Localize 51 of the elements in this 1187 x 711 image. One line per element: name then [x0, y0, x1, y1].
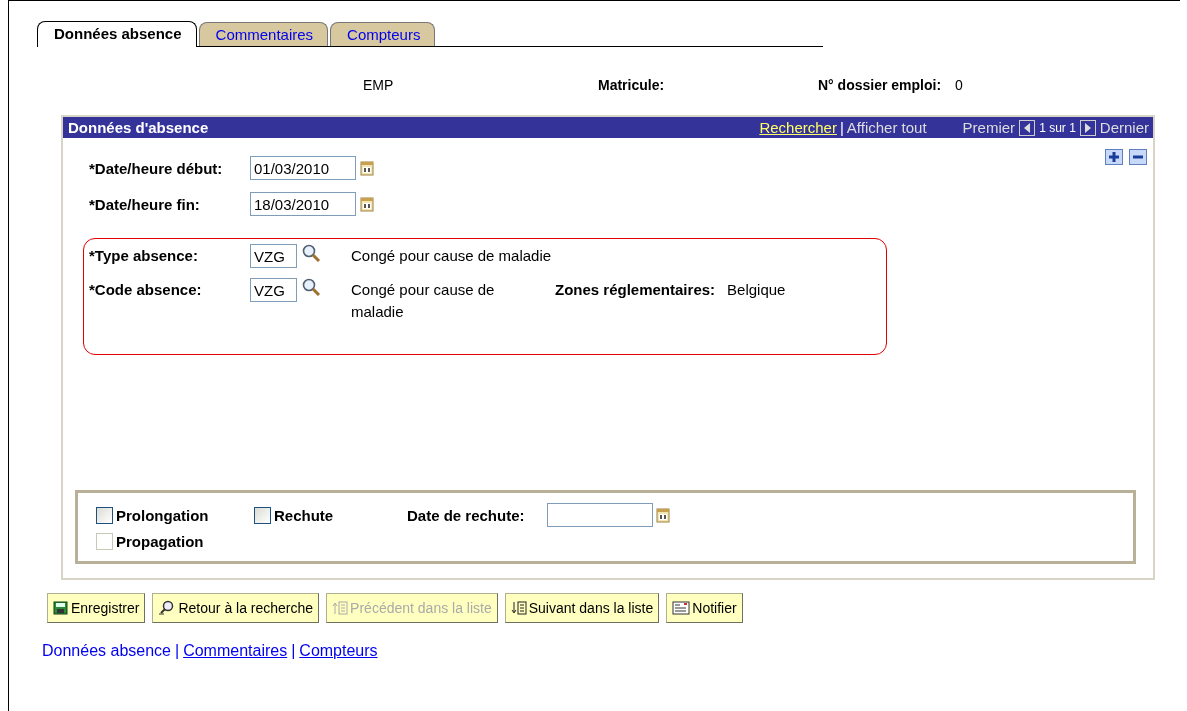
description-text: Congé pour cause de maladie [351, 280, 496, 322]
field-label: *Code absence: [89, 280, 203, 298]
code-field[interactable]: VZG [250, 278, 297, 302]
toolbar-button[interactable]: Retour à la recherche [152, 593, 320, 623]
page-count: 1 sur 1 [1039, 120, 1076, 135]
checkbox-label: Rechute [274, 506, 334, 524]
page-link[interactable]: Données absence [42, 642, 171, 660]
toolbar-button[interactable]: Suivant dans la liste [504, 593, 660, 623]
separator: | [839, 119, 844, 136]
calendar-icon[interactable] [360, 196, 374, 212]
message-icon[interactable] [672, 601, 691, 615]
field-value: 0 [955, 77, 963, 93]
date-field[interactable]: 18/03/2010 [250, 192, 356, 216]
search-icon[interactable] [301, 244, 321, 262]
field-label: *Type absence: [89, 246, 199, 264]
code-field[interactable]: VZG [250, 244, 297, 268]
toolbar-button[interactable]: Enregistrer [47, 593, 146, 623]
next-icon[interactable] [1079, 119, 1096, 136]
list-down-icon[interactable] [510, 601, 527, 615]
field-label: *Date/heure fin: [89, 195, 201, 213]
calendar-icon[interactable] [360, 160, 374, 176]
separator: | [291, 642, 296, 660]
tab[interactable]: Compteurs [330, 22, 436, 46]
date-field[interactable]: 01/03/2010 [250, 156, 356, 180]
field-label: N° dossier emploi: [818, 77, 942, 93]
checkbox[interactable] [254, 506, 271, 524]
toolbar-button[interactable]: Notifier [666, 593, 743, 623]
date-field[interactable] [546, 503, 653, 527]
first-label: Premier [962, 119, 1016, 136]
checkbox-label: Propagation [116, 533, 204, 550]
description-text: Congé pour cause de maladie [351, 246, 552, 266]
search-icon[interactable] [301, 278, 321, 296]
field-value: Belgique [727, 280, 786, 298]
show-all-label: Afficher tout [846, 119, 927, 136]
panel-title: Données d'absence [68, 119, 210, 136]
field-label: Date de rechute: [407, 506, 525, 524]
separator: | [175, 642, 180, 660]
last-label: Dernier [1099, 119, 1149, 136]
tab[interactable]: Données absence [37, 21, 197, 47]
page-link[interactable]: Commentaires [183, 642, 288, 660]
tab[interactable]: Commentaires [198, 22, 329, 46]
employee-name: EMP [363, 77, 395, 93]
field-label: Zones réglementaires: [555, 280, 716, 298]
previous-icon[interactable] [1019, 119, 1036, 136]
field-label: *Date/heure début: [89, 159, 224, 177]
search-link[interactable]: Rechercher [759, 119, 837, 136]
checkbox[interactable] [96, 506, 113, 524]
page-link[interactable]: Compteurs [299, 642, 378, 660]
checkbox-label: Prolongation [116, 506, 209, 524]
calendar-icon[interactable] [655, 507, 670, 523]
field-label: Matricule: [598, 77, 666, 93]
